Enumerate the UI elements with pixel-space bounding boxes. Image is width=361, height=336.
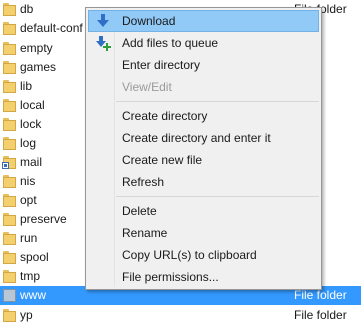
file-name: log <box>20 136 37 150</box>
folder-icon <box>3 194 16 207</box>
menu-item-create-directory-and-enter[interactable]: Create directory and enter it <box>88 127 319 149</box>
download-arrow-icon <box>97 14 109 27</box>
menu-separator <box>116 101 319 102</box>
file-name: db <box>20 2 34 16</box>
menu-item-view-edit[interactable]: View/Edit <box>88 76 319 98</box>
file-name: yp <box>20 308 33 322</box>
folder-link-icon <box>2 156 16 169</box>
file-name: preserve <box>20 212 67 226</box>
selected-folder-icon <box>3 289 16 302</box>
folder-icon <box>3 42 16 55</box>
file-name: default-conf <box>20 21 83 35</box>
file-name: empty <box>20 41 53 55</box>
menu-item-label: Create directory <box>122 109 208 123</box>
add-to-queue-icon <box>96 36 111 51</box>
menu-item-download[interactable]: Download <box>88 10 319 32</box>
menu-item-create-new-file[interactable]: Create new file <box>88 149 319 171</box>
file-name: lock <box>20 117 42 131</box>
folder-icon <box>3 61 16 74</box>
file-name: run <box>20 231 38 245</box>
menu-item-label: File permissions... <box>122 270 219 284</box>
menu-item-label: Download <box>122 14 176 28</box>
folder-icon <box>3 99 16 112</box>
file-name: mail <box>20 155 43 169</box>
menu-item-label: Copy URL(s) to clipboard <box>122 248 257 262</box>
menu-item-add-files-to-queue[interactable]: Add files to queue <box>88 32 319 54</box>
file-name: nis <box>20 174 36 188</box>
menu-item-file-permissions[interactable]: File permissions... <box>88 266 319 288</box>
folder-icon <box>3 309 16 322</box>
menu-item-label: View/Edit <box>122 80 172 94</box>
menu-item-delete[interactable]: Delete <box>88 200 319 222</box>
folder-icon <box>3 232 16 245</box>
file-name: games <box>20 60 57 74</box>
menu-item-label: Enter directory <box>122 58 201 72</box>
remote-file-panel: db File folder default-conf empty games … <box>0 0 361 336</box>
folder-icon <box>3 251 16 264</box>
folder-icon <box>3 3 16 16</box>
folder-icon <box>3 175 16 188</box>
menu-item-label: Refresh <box>122 175 165 189</box>
folder-icon <box>3 118 16 131</box>
menu-item-enter-directory[interactable]: Enter directory <box>88 54 319 76</box>
file-name: opt <box>20 193 37 207</box>
menu-item-label: Create new file <box>122 153 203 167</box>
file-name: local <box>20 98 45 112</box>
menu-item-refresh[interactable]: Refresh <box>88 171 319 193</box>
file-name: www <box>20 288 46 302</box>
file-row-yp[interactable]: yp File folder <box>0 306 361 325</box>
menu-item-rename[interactable]: Rename <box>88 222 319 244</box>
context-menu: Download Add files to queue Enter direct… <box>85 7 322 290</box>
folder-icon <box>3 80 16 93</box>
menu-item-create-directory[interactable]: Create directory <box>88 105 319 127</box>
folder-icon <box>3 137 16 150</box>
file-name: spool <box>20 250 49 264</box>
folder-icon <box>3 213 16 226</box>
menu-item-label: Add files to queue <box>122 36 219 50</box>
menu-item-copy-url[interactable]: Copy URL(s) to clipboard <box>88 244 319 266</box>
file-name: tmp <box>20 269 41 283</box>
file-type: File folder <box>294 308 347 322</box>
folder-icon <box>3 270 16 283</box>
folder-icon <box>3 22 16 35</box>
menu-item-label: Delete <box>122 204 157 218</box>
menu-item-label: Rename <box>122 226 168 240</box>
file-name: lib <box>20 79 33 93</box>
menu-separator <box>116 196 319 197</box>
menu-item-label: Create directory and enter it <box>122 131 271 145</box>
